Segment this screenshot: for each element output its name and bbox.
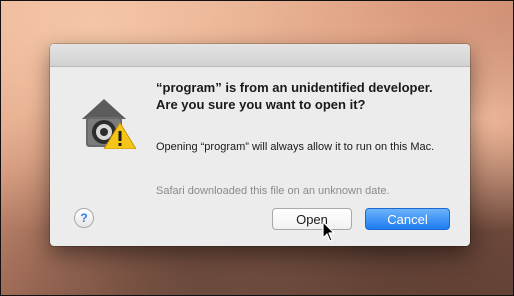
- gatekeeper-warning-icon: [78, 93, 137, 150]
- open-button[interactable]: Open: [272, 208, 352, 230]
- alert-info-text: Opening “program” will always allow it t…: [156, 141, 435, 153]
- help-button[interactable]: ?: [74, 208, 94, 228]
- security-alert-dialog: “program” is from an unidentified develo…: [50, 44, 470, 246]
- alert-headline: “program” is from an unidentified develo…: [156, 80, 433, 112]
- mouse-cursor-icon: [322, 221, 336, 243]
- download-source-note: Safari downloaded this file on an unknow…: [156, 185, 390, 197]
- cancel-button[interactable]: Cancel: [365, 208, 450, 230]
- dialog-titlebar[interactable]: [50, 44, 470, 67]
